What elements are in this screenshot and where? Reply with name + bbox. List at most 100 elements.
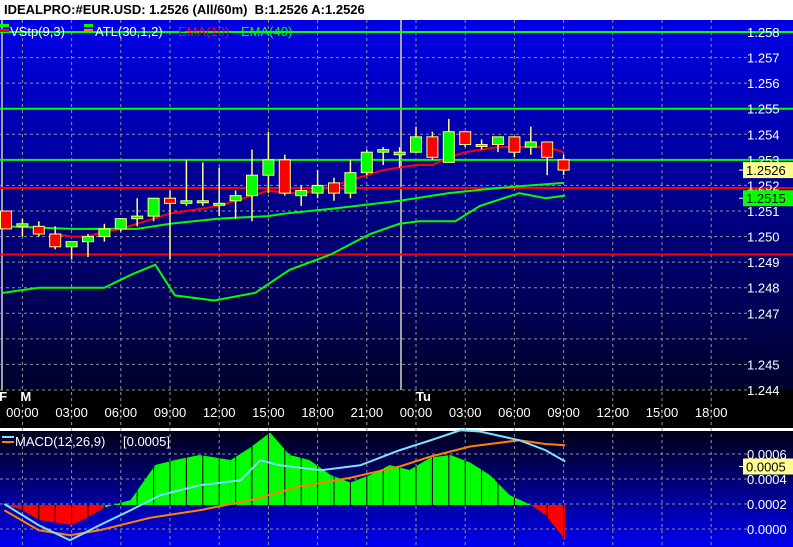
macd-label: MACD(12,26,9) — [15, 434, 105, 449]
candle[interactable] — [0, 210, 12, 230]
price-chart[interactable]: 1.2581.2571.2561.2551.2541.2531.2521.251… — [0, 20, 793, 547]
candle-body-up — [16, 223, 29, 227]
legend-ema10: EMA(10) — [178, 24, 229, 39]
time-axis-label: 06:00 — [498, 405, 531, 420]
candle[interactable] — [459, 131, 472, 148]
candle-body-up — [295, 190, 308, 197]
macd-legend: MACD(12,26,9) [0.0005] — [2, 434, 170, 449]
price-axis-label: 1.247 — [747, 306, 780, 321]
candle-body-down — [164, 197, 176, 204]
candle-body-up — [393, 151, 406, 156]
legend-ema40: EMA(40) — [241, 24, 292, 39]
candle-body-up — [492, 136, 504, 146]
time-axis-label: 15:00 — [646, 405, 679, 420]
legend-atl: ATL(30,1,2) — [95, 24, 163, 39]
macd-histogram-segment — [174, 455, 200, 505]
time-axis-label: 09:00 — [547, 405, 580, 420]
candle-body-down — [508, 136, 521, 153]
day-marker: F — [0, 389, 7, 404]
candle-body-down — [459, 131, 472, 146]
candle-body-up — [442, 131, 455, 163]
atl-value-tag-text: 1.2515 — [746, 191, 786, 206]
candle-body-up — [246, 174, 258, 197]
current-price-tag: 1.2526 — [739, 162, 793, 179]
candle-body-up — [131, 215, 144, 220]
panel-divider[interactable] — [0, 428, 793, 431]
candle-body-down — [541, 141, 554, 158]
current-price-tag-text: 1.2526 — [746, 163, 786, 178]
window-title: IDEALPRO:#EUR.USD: 1.2526 (All/60m) B:1.… — [0, 0, 793, 20]
time-axis-label: 03:00 — [55, 405, 88, 420]
candle-body-up — [410, 136, 422, 153]
price-axis-label: 1.255 — [747, 102, 780, 117]
time-axis-label: 21:00 — [351, 405, 384, 420]
macd-histogram-segment — [430, 455, 451, 505]
macd-axis-label: 0.0002 — [747, 497, 787, 512]
time-axis-label: 18:00 — [301, 405, 334, 420]
price-axis-label: 1.250 — [747, 230, 780, 245]
candle-body-up — [262, 159, 275, 176]
main-panel-background — [0, 20, 793, 390]
candle-body-up — [65, 241, 78, 248]
candle-body-up — [344, 172, 357, 194]
time-axis-label: 15:00 — [252, 405, 285, 420]
macd-legend-swatch — [2, 436, 14, 438]
legend-vstp: VStp(9,3) — [10, 24, 65, 39]
candle-body-down — [278, 159, 291, 194]
candle-body-up — [180, 200, 193, 204]
candle-body-up — [311, 184, 324, 194]
price-axis-label: 1.256 — [747, 76, 780, 91]
macd-current-text: 0.0005 — [746, 460, 786, 475]
macd-histogram-segment — [289, 455, 310, 505]
atl-value-tag: 1.2515 — [739, 190, 793, 207]
candle-body-down — [426, 136, 439, 158]
time-axis-label: 03:00 — [449, 405, 482, 420]
candle-body-down — [0, 210, 12, 230]
price-axis-label: 1.249 — [747, 255, 780, 270]
price-axis-label: 1.254 — [747, 127, 780, 142]
vstp-legend-swatch — [0, 24, 9, 27]
price-axis-label: 1.251 — [747, 204, 780, 219]
macd-current-tag: 0.0005 — [739, 458, 793, 475]
time-axis-label: 00:00 — [6, 405, 39, 420]
day-marker: Tu — [416, 389, 431, 404]
candle-body-up — [377, 149, 390, 153]
candle-body-up — [98, 228, 111, 238]
candle-body-down — [32, 225, 45, 235]
macd-value: [0.0005] — [123, 434, 170, 449]
candle-body-up — [213, 202, 226, 206]
price-axis-label: 1.244 — [747, 383, 780, 398]
day-marker: M — [20, 389, 31, 404]
price-axis-label: 1.258 — [747, 25, 780, 40]
candle-body-down — [328, 182, 340, 194]
candle-body-down — [49, 233, 62, 248]
time-axis-label: 12:00 — [597, 405, 630, 420]
vstp-legend-swatch-2 — [0, 29, 9, 32]
time-axis-label: 00:00 — [400, 405, 433, 420]
indicator-legend: VStp(9,3) ATL(30,1,2) EMA(10) EMA(40) — [0, 24, 292, 39]
price-axis-label: 1.245 — [747, 357, 780, 372]
signal-legend-swatch — [2, 441, 14, 443]
atl-legend-swatch-2 — [84, 29, 93, 32]
time-axis-label: 18:00 — [695, 405, 728, 420]
candle-body-up — [196, 200, 209, 204]
candle-body-up — [147, 197, 160, 217]
time-axis-label: 09:00 — [154, 405, 187, 420]
macd-histogram-segment — [450, 455, 471, 505]
price-axis-label: 1.257 — [747, 51, 780, 66]
candle-body-up — [229, 195, 242, 202]
candle-body-down — [557, 159, 570, 171]
macd-histogram-segment — [199, 455, 231, 505]
candle-body-up — [360, 151, 373, 174]
candle[interactable] — [278, 154, 291, 196]
candle-body-up — [114, 218, 127, 230]
candle-body-up — [82, 236, 94, 243]
price-axis-label: 1.248 — [747, 281, 780, 296]
candle-body-up — [524, 141, 537, 148]
atl-legend-swatch — [84, 24, 93, 27]
time-axis-label: 12:00 — [203, 405, 236, 420]
candle[interactable] — [360, 149, 373, 176]
time-axis-label: 06:00 — [105, 405, 138, 420]
macd-histogram-segment — [155, 460, 175, 505]
candle-body-up — [475, 144, 488, 148]
